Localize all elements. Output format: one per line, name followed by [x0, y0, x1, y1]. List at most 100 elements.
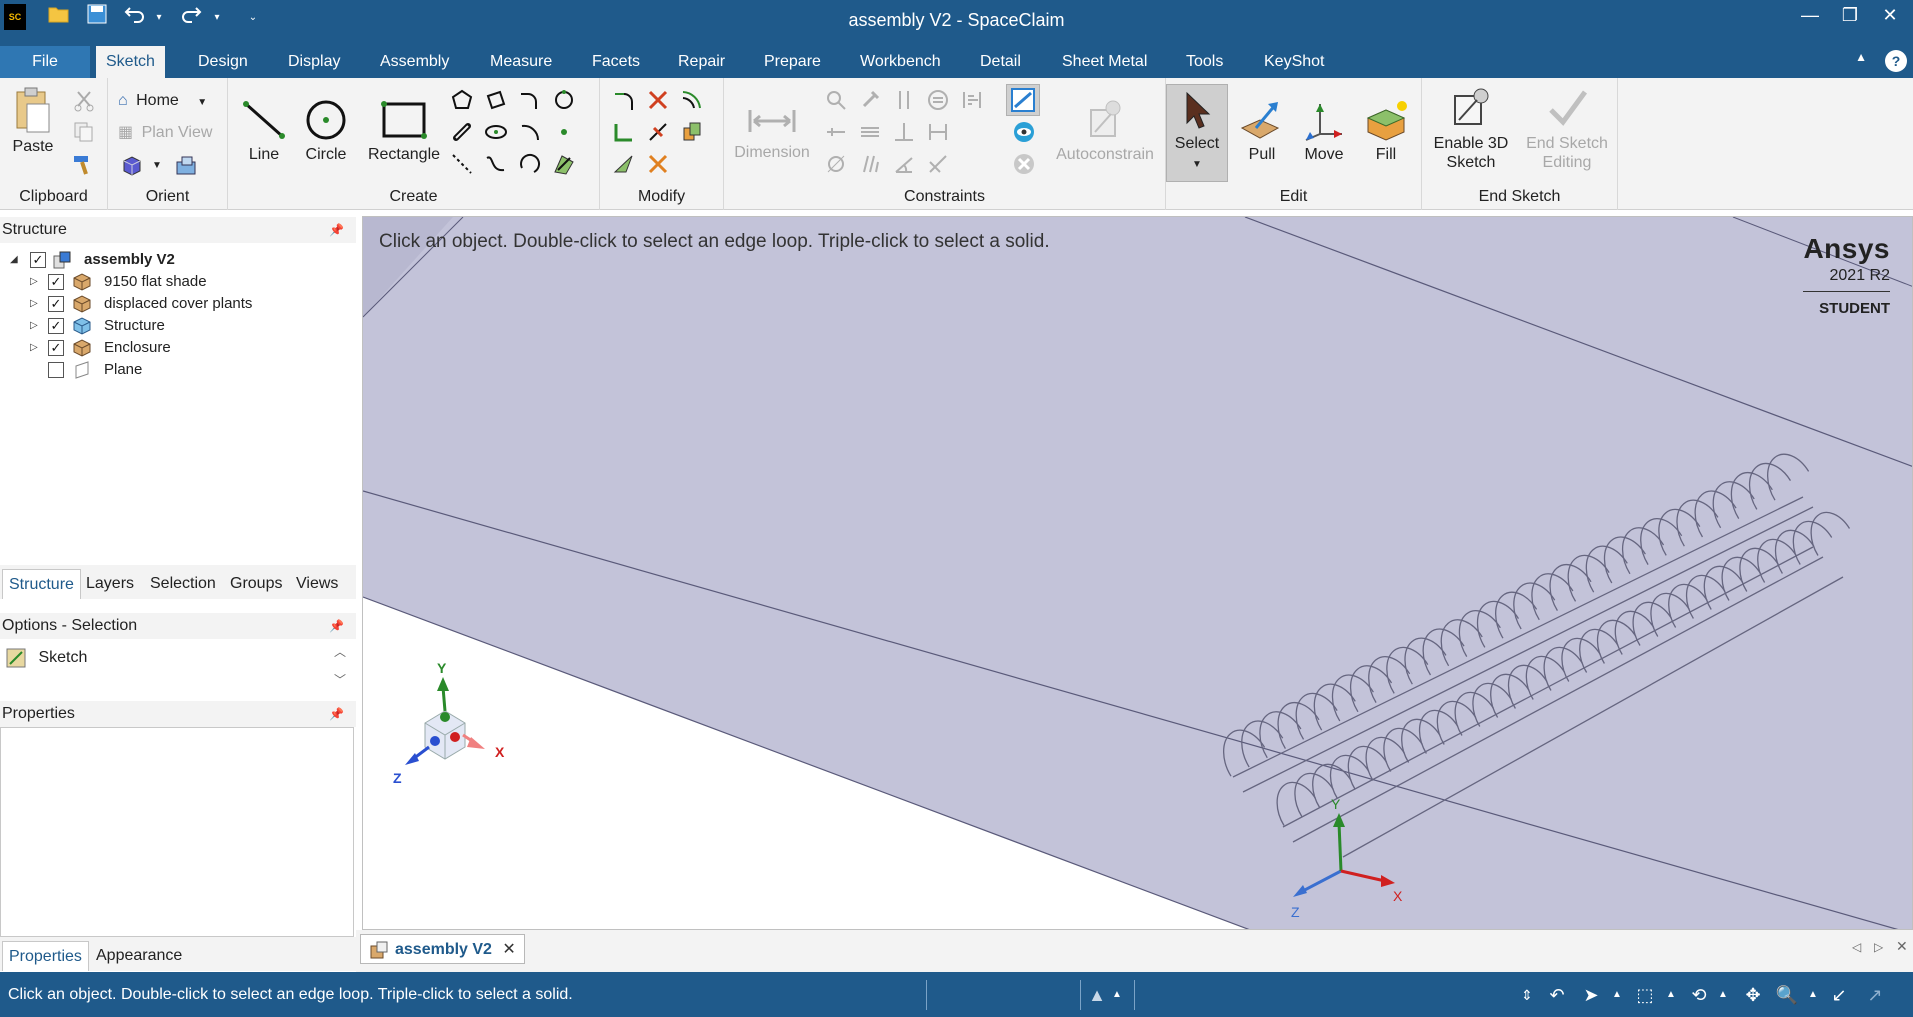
- tab-workbench[interactable]: Workbench: [850, 46, 951, 78]
- tree-root-checkbox[interactable]: ✓: [30, 252, 46, 268]
- document-tab[interactable]: assembly V2 ✕: [360, 934, 525, 964]
- tab-sketch[interactable]: Sketch: [96, 46, 165, 78]
- autoconstrain-button[interactable]: Autoconstrain: [1050, 98, 1160, 164]
- visibility-eye-icon[interactable]: [1012, 120, 1036, 144]
- scroll-up-icon[interactable]: ︿: [334, 643, 346, 660]
- tab-scroll-left-icon[interactable]: ◁: [1852, 940, 1861, 954]
- select-cursor-icon[interactable]: ➤: [1578, 982, 1604, 1008]
- construction-line-icon[interactable]: [450, 152, 474, 176]
- line-button[interactable]: Line: [238, 98, 290, 164]
- fill-button[interactable]: Fill: [1358, 98, 1414, 164]
- home-button[interactable]: ⌂ Home ▼: [118, 88, 207, 114]
- close-icon[interactable]: ✕: [1870, 0, 1910, 32]
- split-curve-icon[interactable]: [646, 120, 670, 144]
- tab-scroll-right-icon[interactable]: ▷: [1874, 940, 1883, 954]
- warning-dropdown-icon[interactable]: ▲: [1104, 982, 1130, 1008]
- tab-design[interactable]: Design: [188, 46, 258, 78]
- view-cube-icon[interactable]: [120, 154, 144, 178]
- show-constraints-button[interactable]: [1006, 84, 1040, 116]
- zoom-icon[interactable]: 🔍: [1774, 982, 1800, 1008]
- box-select-dropdown-icon[interactable]: ▲: [1658, 982, 1684, 1008]
- three-point-rectangle-icon[interactable]: [484, 88, 508, 112]
- tab-assembly[interactable]: Assembly: [370, 46, 459, 78]
- perpendicular-constraint-icon[interactable]: [892, 120, 916, 144]
- tab-detail[interactable]: Detail: [970, 46, 1031, 78]
- tree-item-checkbox[interactable]: ✓: [48, 340, 64, 356]
- help-icon[interactable]: ?: [1885, 50, 1907, 72]
- view-dropdown-icon[interactable]: ▼: [152, 160, 162, 171]
- paste-button[interactable]: Paste: [8, 86, 58, 156]
- pin-icon[interactable]: 📌: [329, 701, 344, 727]
- box-select-icon[interactable]: ⬚: [1632, 982, 1658, 1008]
- tab-layers[interactable]: Layers: [80, 569, 140, 599]
- snap-view-icon[interactable]: [174, 154, 198, 178]
- tab-structure[interactable]: Structure: [2, 569, 81, 599]
- next-view-icon[interactable]: ↗: [1862, 982, 1888, 1008]
- angle-constraint-icon[interactable]: [892, 152, 916, 176]
- midpoint-constraint-icon[interactable]: [926, 120, 950, 144]
- point-icon[interactable]: [552, 120, 576, 144]
- cut-icon[interactable]: [72, 88, 96, 112]
- tab-selection[interactable]: Selection: [144, 569, 222, 599]
- circle-button[interactable]: Circle: [300, 98, 352, 164]
- bend-icon[interactable]: [646, 152, 670, 176]
- tangent-constraint-icon[interactable]: [824, 152, 848, 176]
- scene-canvas[interactable]: Z Y X Y X Z: [363, 217, 1913, 930]
- concentric-constraint-icon[interactable]: [858, 152, 882, 176]
- face-curve-icon[interactable]: [552, 152, 576, 176]
- rectangle-button[interactable]: Rectangle: [362, 98, 446, 164]
- format-painter-icon[interactable]: [72, 152, 96, 176]
- expand-arrow-icon[interactable]: ▷: [30, 271, 38, 293]
- collapse-ribbon-icon[interactable]: ▲: [1855, 50, 1867, 64]
- restore-icon[interactable]: ❐: [1830, 0, 1870, 32]
- scroll-down-icon[interactable]: ﹀: [334, 671, 346, 688]
- tab-groups[interactable]: Groups: [224, 569, 288, 599]
- tree-item-checkbox[interactable]: [48, 362, 64, 378]
- tangent-arc-icon[interactable]: [518, 88, 542, 112]
- collapse-arrow-icon[interactable]: ◢: [10, 249, 18, 271]
- spline-icon[interactable]: [484, 152, 508, 176]
- tab-repair[interactable]: Repair: [668, 46, 735, 78]
- minimize-icon[interactable]: —: [1790, 0, 1830, 32]
- undo-select-icon[interactable]: ↶: [1544, 982, 1570, 1008]
- polygon-icon[interactable]: [450, 88, 474, 112]
- expand-arrow-icon[interactable]: ▷: [30, 293, 38, 315]
- tab-file[interactable]: File: [0, 46, 90, 78]
- tab-prepare[interactable]: Prepare: [754, 46, 831, 78]
- expand-arrow-icon[interactable]: ▷: [30, 315, 38, 337]
- copy-icon[interactable]: [72, 120, 96, 144]
- 3d-viewport[interactable]: Z Y X Y X Z Click an object. Double-clic…: [362, 216, 1913, 930]
- tab-views[interactable]: Views: [290, 569, 344, 599]
- delete-constraint-icon[interactable]: [1012, 152, 1036, 176]
- sketch-option[interactable]: Sketch: [6, 645, 87, 671]
- tab-display[interactable]: Display: [278, 46, 350, 78]
- expand-arrow-icon[interactable]: ▷: [30, 337, 38, 359]
- symmetric-constraint-icon[interactable]: [858, 120, 882, 144]
- close-all-icon[interactable]: ✕: [1896, 938, 1908, 955]
- trim-away-icon[interactable]: [646, 88, 670, 112]
- tab-properties[interactable]: Properties: [2, 941, 89, 971]
- tree-item-checkbox[interactable]: ✓: [48, 318, 64, 334]
- plan-view-button[interactable]: ▦ Plan View: [118, 120, 212, 146]
- pin-icon[interactable]: 📌: [329, 613, 344, 639]
- tree-item-checkbox[interactable]: ✓: [48, 274, 64, 290]
- dimension-button[interactable]: Dimension: [730, 102, 814, 162]
- tree-item-checkbox[interactable]: ✓: [48, 296, 64, 312]
- enable-3d-sketch-button[interactable]: Enable 3D Sketch: [1426, 86, 1516, 172]
- equal-constraint-icon[interactable]: [926, 88, 950, 112]
- tab-appearance[interactable]: Appearance: [90, 941, 188, 971]
- sweep-arc-icon[interactable]: [518, 120, 542, 144]
- select-button[interactable]: Select ▼: [1166, 84, 1228, 182]
- end-sketch-editing-button[interactable]: End Sketch Editing: [1520, 86, 1614, 172]
- project-icon[interactable]: [680, 120, 704, 144]
- tab-keyshot[interactable]: KeyShot: [1254, 46, 1334, 78]
- align-constraint-icon[interactable]: [960, 88, 984, 112]
- pan-icon[interactable]: ✥: [1740, 982, 1766, 1008]
- pin-icon[interactable]: 📌: [329, 217, 344, 243]
- collinear-constraint-icon[interactable]: [926, 152, 950, 176]
- select-mode-dropdown-icon[interactable]: ▲: [1604, 982, 1630, 1008]
- parallel-constraint-icon[interactable]: [892, 88, 916, 112]
- ellipse-icon[interactable]: [484, 120, 508, 144]
- offset-curve-icon[interactable]: [680, 88, 704, 112]
- slot-icon[interactable]: [450, 120, 474, 144]
